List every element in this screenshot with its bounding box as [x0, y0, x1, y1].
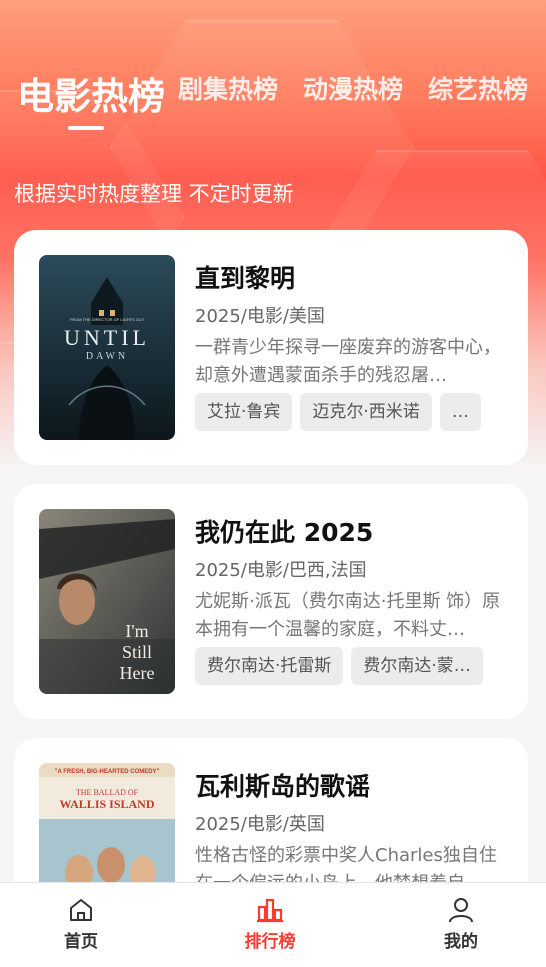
tab-variety-chart[interactable]: 综艺热榜 — [428, 70, 528, 106]
movie-poster[interactable]: I'm Still Here — [39, 509, 175, 694]
more-cast-chip[interactable]: … — [439, 393, 481, 431]
svg-text:THE BALLAD OF: THE BALLAD OF — [76, 788, 139, 797]
cast-chips: 艾拉·鲁宾 迈克尔·西米诺 … — [195, 393, 504, 431]
movie-poster[interactable]: FROM THE DIRECTOR OF LIGHTS OUT UNTIL DA… — [39, 255, 175, 440]
svg-text:WALLIS ISLAND: WALLIS ISLAND — [59, 797, 154, 811]
svg-text:"A FRESH, BIG-HEARTED COMEDY": "A FRESH, BIG-HEARTED COMEDY" — [55, 769, 160, 775]
svg-text:I'm: I'm — [125, 621, 148, 641]
svg-text:DAWN: DAWN — [86, 351, 128, 362]
tab-anime-chart[interactable]: 动漫热榜 — [303, 70, 403, 106]
cast-chips: 费尔南达·托雷斯 费尔南达·蒙… — [195, 647, 504, 685]
category-tabs: 电影热榜 剧集热榜 动漫热榜 综艺热榜 — [0, 70, 546, 140]
bottom-navigation: 首页 排行榜 我的 — [0, 882, 546, 967]
cast-chip[interactable]: 艾拉·鲁宾 — [195, 393, 293, 431]
movie-meta: 2025/电影/英国 — [195, 814, 325, 835]
movie-title: 我仍在此 2025 — [195, 518, 374, 547]
chart-subtitle: 根据实时热度整理 不定时更新 — [14, 182, 294, 206]
movie-meta: 2025/电影/巴西,法国 — [195, 560, 367, 581]
movie-card[interactable]: FROM THE DIRECTOR OF LIGHTS OUT UNTIL DA… — [14, 230, 528, 465]
nav-profile[interactable]: 我的 — [401, 895, 521, 952]
active-tab-indicator — [68, 126, 104, 130]
chart-bar-icon — [257, 898, 283, 923]
cast-chip[interactable]: 迈克尔·西米诺 — [300, 393, 432, 431]
home-icon — [70, 899, 92, 921]
poster-until-dawn-image: FROM THE DIRECTOR OF LIGHTS OUT UNTIL DA… — [39, 255, 175, 440]
movie-info: 瓦利斯岛的歌谣 2025/电影/英国 性格古怪的彩票中奖人Charles独自住在… — [195, 770, 504, 898]
svg-text:Here: Here — [120, 663, 155, 683]
movie-card[interactable]: I'm Still Here 我仍在此 2025 2025/电影/巴西,法国 尤… — [14, 484, 528, 719]
nav-home[interactable]: 首页 — [21, 895, 141, 952]
tab-tv-chart[interactable]: 剧集热榜 — [178, 70, 278, 106]
nav-profile-label: 我的 — [444, 932, 478, 952]
nav-ranking-label: 排行榜 — [244, 932, 296, 952]
movie-description: 尤妮斯·派瓦（费尔南达·托里斯 饰）原本拥有一个温馨的家庭，不料丈… — [195, 591, 501, 640]
svg-text:Still: Still — [122, 642, 152, 662]
user-icon — [449, 898, 473, 923]
movie-info: 我仍在此 2025 2025/电影/巴西,法国 尤妮斯·派瓦（费尔南达·托里斯 … — [195, 516, 504, 685]
movie-info: 直到黎明 2025/电影/美国 一群青少年探寻一座废弃的游客中心，却意外遭遇蒙面… — [195, 262, 504, 431]
movie-title: 瓦利斯岛的歌谣 — [195, 772, 371, 801]
poster-im-still-here-image: I'm Still Here — [39, 509, 175, 694]
svg-text:FROM THE DIRECTOR OF LIGHTS OU: FROM THE DIRECTOR OF LIGHTS OUT — [70, 317, 145, 322]
svg-text:UNTIL: UNTIL — [64, 325, 150, 350]
tab-movie-chart[interactable]: 电影热榜 — [17, 66, 165, 120]
nav-home-label: 首页 — [64, 932, 98, 952]
cast-chip[interactable]: 费尔南达·托雷斯 — [195, 647, 344, 685]
movie-description: 一群青少年探寻一座废弃的游客中心，却意外遭遇蒙面杀手的残忍屠… — [195, 337, 501, 386]
cast-chip[interactable]: 费尔南达·蒙… — [351, 647, 483, 685]
movie-meta: 2025/电影/美国 — [195, 306, 325, 327]
movie-title: 直到黎明 — [195, 264, 296, 293]
nav-ranking[interactable]: 排行榜 — [210, 895, 330, 952]
